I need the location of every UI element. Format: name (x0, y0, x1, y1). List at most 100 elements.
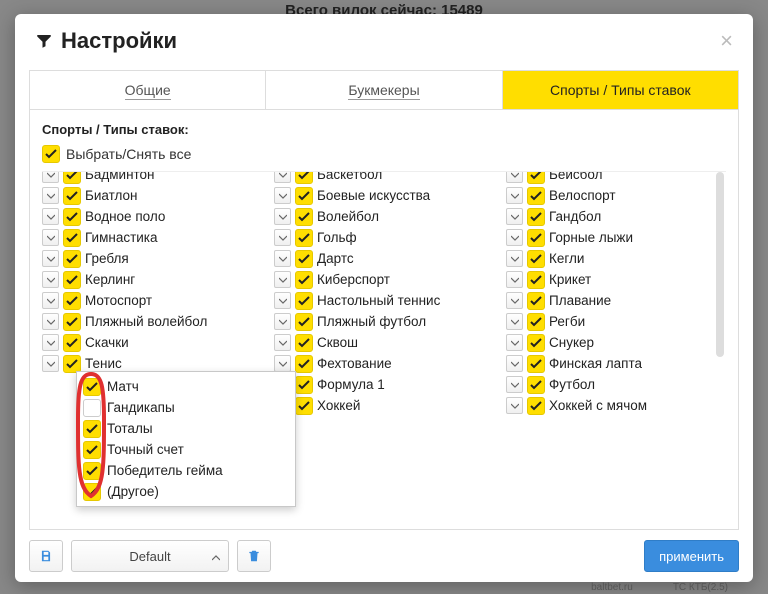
expand-toggle[interactable] (42, 208, 59, 225)
scrollbar[interactable] (716, 172, 724, 357)
expand-toggle[interactable] (42, 172, 59, 183)
sport-checkbox[interactable] (63, 355, 81, 373)
sport-checkbox[interactable] (295, 229, 313, 247)
save-icon (39, 549, 53, 563)
sport-checkbox[interactable] (527, 229, 545, 247)
sport-checkbox[interactable] (63, 172, 81, 184)
expand-toggle[interactable] (506, 208, 523, 225)
expand-toggle[interactable] (274, 271, 291, 288)
bet-type-checkbox[interactable] (83, 399, 101, 417)
expand-toggle[interactable] (274, 313, 291, 330)
sport-checkbox[interactable] (295, 292, 313, 310)
bet-type-checkbox[interactable] (83, 483, 101, 501)
expand-toggle[interactable] (506, 172, 523, 183)
sport-checkbox[interactable] (63, 250, 81, 268)
expand-toggle[interactable] (42, 229, 59, 246)
bet-type-row: Матч (83, 376, 289, 397)
preset-dropdown[interactable]: Default (71, 540, 229, 572)
sport-checkbox[interactable] (527, 334, 545, 352)
sport-checkbox[interactable] (527, 250, 545, 268)
expand-toggle[interactable] (42, 292, 59, 309)
sport-checkbox[interactable] (527, 355, 545, 373)
sport-checkbox[interactable] (527, 172, 545, 184)
sport-checkbox[interactable] (527, 187, 545, 205)
bg-footer: baltbet.ru ТС КТБ(2.5) (0, 582, 768, 594)
sport-row: Финская лапта (506, 353, 726, 374)
sport-checkbox[interactable] (527, 376, 545, 394)
bet-type-checkbox[interactable] (83, 420, 101, 438)
expand-toggle[interactable] (274, 187, 291, 204)
sport-row: Настольный теннис (274, 290, 494, 311)
expand-toggle[interactable] (274, 292, 291, 309)
bet-type-checkbox[interactable] (83, 378, 101, 396)
sport-checkbox[interactable] (63, 208, 81, 226)
expand-toggle[interactable] (506, 313, 523, 330)
delete-preset-button[interactable] (237, 540, 271, 572)
sport-checkbox[interactable] (295, 313, 313, 331)
expand-toggle[interactable] (506, 292, 523, 309)
close-button[interactable]: × (720, 28, 733, 54)
tab-general[interactable]: Общие (30, 71, 265, 109)
expand-toggle[interactable] (506, 229, 523, 246)
expand-toggle[interactable] (42, 271, 59, 288)
sport-checkbox[interactable] (295, 208, 313, 226)
select-all-checkbox[interactable] (42, 145, 60, 163)
sport-checkbox[interactable] (63, 334, 81, 352)
sport-checkbox[interactable] (295, 376, 313, 394)
expand-toggle[interactable] (274, 250, 291, 267)
expand-toggle[interactable] (506, 355, 523, 372)
modal-title: Настройки (35, 28, 177, 54)
expand-toggle[interactable] (506, 271, 523, 288)
expand-toggle[interactable] (42, 355, 59, 372)
tab-sports[interactable]: Спорты / Типы ставок (502, 71, 738, 109)
sport-label: Горные лыжи (549, 230, 633, 245)
sport-checkbox[interactable] (295, 334, 313, 352)
sport-checkbox[interactable] (527, 208, 545, 226)
expand-toggle[interactable] (506, 376, 523, 393)
expand-toggle[interactable] (274, 334, 291, 351)
sport-label: Мотоспорт (85, 293, 152, 308)
tab-bookmakers[interactable]: Букмекеры (265, 71, 501, 109)
sport-label: Керлинг (85, 272, 135, 287)
expand-toggle[interactable] (506, 397, 523, 414)
sport-row: Баскетбол (274, 172, 494, 185)
sport-checkbox[interactable] (63, 187, 81, 205)
sport-row: Велоспорт (506, 185, 726, 206)
expand-toggle[interactable] (274, 355, 291, 372)
expand-toggle[interactable] (506, 187, 523, 204)
bet-type-checkbox[interactable] (83, 462, 101, 480)
sport-checkbox[interactable] (63, 313, 81, 331)
expand-toggle[interactable] (506, 334, 523, 351)
sport-checkbox[interactable] (527, 397, 545, 415)
sport-checkbox[interactable] (527, 313, 545, 331)
modal-body: Спорты / Типы ставок: Выбрать/Снять все … (29, 109, 739, 530)
sport-row: Водное поло (42, 206, 262, 227)
sport-checkbox[interactable] (295, 355, 313, 373)
columns-wrap: БадминтонБиатлонВодное полоГимнастикаГре… (42, 171, 726, 501)
sport-checkbox[interactable] (63, 292, 81, 310)
select-all-row: Выбрать/Снять все (42, 145, 726, 163)
sport-label: Сквош (317, 335, 358, 350)
expand-toggle[interactable] (42, 187, 59, 204)
expand-toggle[interactable] (274, 208, 291, 225)
save-preset-button[interactable] (29, 540, 63, 572)
sport-row: Бейсбол (506, 172, 726, 185)
expand-toggle[interactable] (506, 250, 523, 267)
apply-button[interactable]: применить (644, 540, 739, 572)
sport-checkbox[interactable] (527, 292, 545, 310)
expand-toggle[interactable] (274, 229, 291, 246)
sport-checkbox[interactable] (295, 271, 313, 289)
sport-checkbox[interactable] (63, 229, 81, 247)
bet-type-checkbox[interactable] (83, 441, 101, 459)
expand-toggle[interactable] (42, 313, 59, 330)
expand-toggle[interactable] (42, 334, 59, 351)
sport-row: Киберспорт (274, 269, 494, 290)
sport-checkbox[interactable] (295, 250, 313, 268)
sport-checkbox[interactable] (295, 172, 313, 184)
sport-checkbox[interactable] (295, 187, 313, 205)
expand-toggle[interactable] (42, 250, 59, 267)
expand-toggle[interactable] (274, 172, 291, 183)
sport-checkbox[interactable] (63, 271, 81, 289)
sport-checkbox[interactable] (527, 271, 545, 289)
sport-checkbox[interactable] (295, 397, 313, 415)
